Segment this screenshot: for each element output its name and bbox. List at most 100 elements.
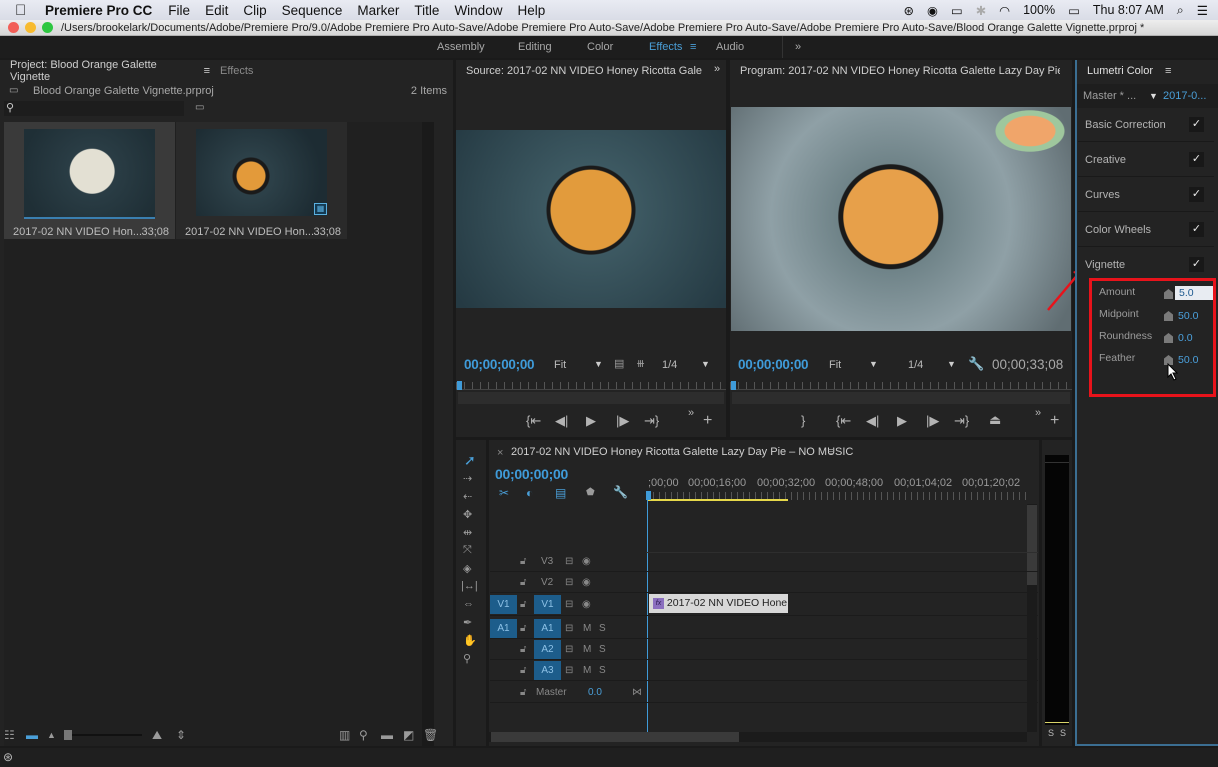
close-sequence-icon[interactable]: × bbox=[497, 447, 503, 459]
toggle-output-eye-icon[interactable]: ◉ bbox=[582, 577, 591, 588]
section-enable-checkbox[interactable]: ✓ bbox=[1189, 222, 1204, 237]
wifi-icon[interactable]: ◠ bbox=[999, 3, 1010, 18]
source-resolution-select[interactable]: 1/4 bbox=[662, 359, 677, 371]
scrollbar-thumb[interactable] bbox=[491, 732, 739, 742]
record-icon[interactable]: ◉ bbox=[927, 3, 938, 18]
panel-menu-icon[interactable]: ≡ bbox=[828, 446, 834, 458]
workspace-tab-effects[interactable]: Effects bbox=[649, 41, 682, 53]
track-label[interactable]: V3 bbox=[541, 556, 553, 567]
ripple-edit-tool-icon[interactable]: ⇠ bbox=[463, 490, 472, 503]
mark-out-icon[interactable]: } bbox=[801, 413, 805, 428]
close-window-button[interactable] bbox=[8, 22, 19, 33]
new-item-icon[interactable]: ◩ bbox=[403, 728, 414, 742]
source-patch-v1[interactable]: V1 bbox=[490, 595, 517, 614]
linked-selection-icon[interactable]: ◐ bbox=[526, 486, 533, 500]
toggle-sync-lock-icon[interactable]: ⊟ bbox=[565, 556, 573, 567]
solo-button[interactable]: S bbox=[599, 665, 606, 676]
zoom-out-icon[interactable]: ▲ bbox=[47, 730, 56, 740]
creative-cloud-sync-icon[interactable]: ⊛ bbox=[3, 750, 13, 764]
creative-cloud-icon[interactable]: ⊛ bbox=[903, 3, 913, 18]
find-icon[interactable]: ⚲ bbox=[359, 728, 368, 742]
selection-tool-icon[interactable]: ➚ bbox=[464, 452, 476, 469]
master-volume[interactable]: 0.0 bbox=[588, 687, 602, 698]
new-search-bin-icon[interactable]: ▭ bbox=[195, 102, 204, 113]
menu-help[interactable]: Help bbox=[517, 3, 545, 18]
source-playhead[interactable] bbox=[457, 381, 462, 390]
rate-stretch-tool-icon[interactable]: ⇹ bbox=[463, 526, 472, 539]
program-zoom-select[interactable]: Fit bbox=[829, 359, 841, 371]
go-to-out-icon[interactable]: ⇥} bbox=[644, 413, 659, 429]
toggle-output-eye-icon[interactable]: ◉ bbox=[582, 599, 591, 610]
master-clip-select[interactable]: Master * ... bbox=[1083, 90, 1136, 102]
toggle-sync-lock-icon[interactable]: ⊟ bbox=[565, 577, 573, 588]
rolling-edit-tool-icon[interactable]: ✥ bbox=[463, 508, 472, 521]
toggle-sync-lock-icon[interactable]: ⊟ bbox=[565, 644, 573, 655]
timeline-playhead-handle[interactable] bbox=[646, 491, 651, 500]
automate-to-sequence-icon[interactable]: ▥ bbox=[339, 728, 350, 742]
track-target-a3[interactable]: A3 bbox=[534, 661, 561, 680]
razor-tool-icon[interactable]: ◈ bbox=[463, 562, 471, 575]
timeline-settings-icon[interactable]: 🔧 bbox=[613, 485, 628, 499]
mute-button[interactable]: M bbox=[583, 665, 591, 676]
section-enable-checkbox[interactable]: ✓ bbox=[1189, 152, 1204, 167]
menu-sequence[interactable]: Sequence bbox=[282, 3, 343, 18]
track-select-tool-icon[interactable]: ⇢ bbox=[463, 472, 472, 485]
source-patch-a1[interactable]: A1 bbox=[490, 619, 517, 638]
source-timecode[interactable]: 00;00;00;00 bbox=[464, 357, 535, 372]
section-curves[interactable]: Curves ✓ bbox=[1078, 178, 1214, 212]
project-item[interactable]: ▦ 2017-02 NN VIDEO Hon... 33;08 bbox=[176, 122, 347, 239]
go-to-in-icon[interactable]: {⇤ bbox=[836, 413, 851, 429]
timeline-clip[interactable]: fx 2017-02 NN VIDEO Hone bbox=[649, 594, 788, 613]
step-forward-icon[interactable]: |▶ bbox=[926, 413, 939, 429]
source-video-frame[interactable] bbox=[456, 130, 726, 308]
drag-audio-icon[interactable]: ⧻ bbox=[636, 357, 645, 370]
mute-button[interactable]: M bbox=[583, 623, 591, 634]
panel-overflow-icon[interactable]: » bbox=[714, 63, 720, 75]
project-scrollbar[interactable] bbox=[422, 122, 434, 746]
clock[interactable]: Thu 8:07 AM bbox=[1093, 3, 1164, 17]
search-input[interactable]: ⚲ bbox=[4, 101, 184, 116]
menu-title[interactable]: Title bbox=[414, 3, 439, 18]
list-view-icon[interactable]: ☷ bbox=[4, 728, 15, 742]
menu-edit[interactable]: Edit bbox=[205, 3, 228, 18]
go-to-in-icon[interactable]: {⇤ bbox=[526, 413, 541, 429]
source-zoom-bar[interactable] bbox=[458, 392, 724, 404]
source-tab[interactable]: Source: 2017-02 NN VIDEO Honey Ricotta G… bbox=[456, 60, 702, 82]
lumetri-tab[interactable]: Lumetri Color ≡ bbox=[1077, 60, 1218, 82]
lock-icon[interactable]: 🔓︎ bbox=[520, 623, 526, 634]
workspace-menu-icon[interactable]: ≡ bbox=[690, 41, 696, 53]
section-enable-checkbox[interactable]: ✓ bbox=[1189, 117, 1204, 132]
section-creative[interactable]: Creative ✓ bbox=[1078, 143, 1214, 177]
program-zoom-bar[interactable] bbox=[732, 392, 1070, 404]
source-zoom-select[interactable]: Fit bbox=[554, 359, 566, 371]
add-button-icon[interactable]: + bbox=[1050, 412, 1059, 430]
section-color-wheels[interactable]: Color Wheels ✓ bbox=[1078, 213, 1214, 247]
work-area-bar[interactable] bbox=[647, 499, 788, 501]
section-enable-checkbox[interactable]: ✓ bbox=[1189, 257, 1204, 272]
sequence-tab[interactable]: 2017-02 NN VIDEO Honey Ricotta Galette L… bbox=[511, 446, 853, 458]
timeline-timecode[interactable]: 00;00;00;00 bbox=[495, 466, 568, 482]
minimize-window-button[interactable] bbox=[25, 22, 36, 33]
track-target-a1[interactable]: A1 bbox=[534, 619, 561, 638]
section-vignette[interactable]: Vignette ✓ bbox=[1078, 248, 1214, 282]
spotlight-icon[interactable]: ⌕ bbox=[1177, 3, 1184, 18]
menu-clip[interactable]: Clip bbox=[243, 3, 266, 18]
lock-icon[interactable]: 🔓︎ bbox=[520, 644, 526, 655]
pen-tool-icon[interactable]: ✒ bbox=[463, 616, 472, 629]
zoom-slider-handle[interactable] bbox=[64, 730, 72, 740]
panel-menu-icon[interactable]: ≡ bbox=[1165, 65, 1171, 77]
drag-video-icon[interactable]: ▤ bbox=[614, 357, 624, 370]
slide-tool-icon[interactable]: ⇔ bbox=[463, 598, 474, 610]
lock-icon[interactable]: 🔓︎ bbox=[520, 665, 526, 676]
solo-button[interactable]: S bbox=[599, 644, 606, 655]
menu-window[interactable]: Window bbox=[454, 3, 502, 18]
lock-icon[interactable]: 🔓︎ bbox=[520, 687, 526, 698]
mute-button[interactable]: M bbox=[583, 644, 591, 655]
up-folder-icon[interactable]: ▭ bbox=[9, 85, 18, 96]
program-resolution-select[interactable]: 1/4 bbox=[908, 359, 923, 371]
trash-icon[interactable]: 🗑 bbox=[423, 728, 438, 742]
battery-icon[interactable]: ▭ bbox=[1068, 3, 1080, 18]
add-marker-icon[interactable]: ▤ bbox=[555, 486, 566, 500]
play-icon[interactable]: ▶ bbox=[897, 413, 907, 429]
new-bin-icon[interactable]: ▬ bbox=[381, 728, 393, 742]
